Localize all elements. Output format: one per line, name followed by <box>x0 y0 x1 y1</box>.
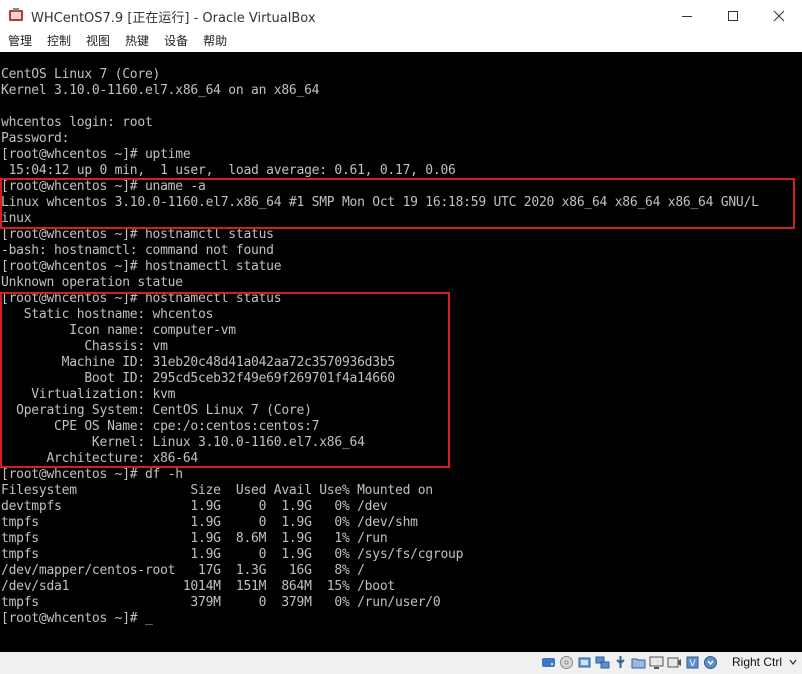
menu-view[interactable]: 视图 <box>78 31 117 52</box>
close-icon <box>773 10 785 21</box>
terminal-line: -bash: hostnamctl: command not found <box>1 243 274 258</box>
menu-control[interactable]: 控制 <box>39 31 78 52</box>
status-bar: V Right Ctrl <box>0 652 802 674</box>
audio-icon[interactable] <box>577 655 592 670</box>
status-icons: V <box>541 655 718 670</box>
optical-drive-icon[interactable] <box>559 655 574 670</box>
terminal-line: tmpfs 1.9G 0 1.9G 0% /sys/fs/cgroup <box>1 547 464 562</box>
terminal-line: Kernel 3.10.0-1160.el7.x86_64 on an x86_… <box>1 83 320 98</box>
window-title: WHCentOS7.9 [正在运行] - Oracle VirtualBox <box>31 11 316 26</box>
maximize-button[interactable] <box>710 0 756 31</box>
title-bar[interactable]: WHCentOS7.9 [正在运行] - Oracle VirtualBox <box>0 0 802 31</box>
terminal-line: [root@whcentos ~]# hostnamectl statue <box>1 259 282 274</box>
terminal-line: Password: <box>1 131 70 146</box>
video-capture-icon[interactable] <box>667 655 682 670</box>
svg-text:V: V <box>689 659 696 669</box>
minimize-button[interactable] <box>664 0 710 31</box>
terminal-line: [root@whcentos ~]# _ <box>1 611 153 626</box>
mouse-integration-icon[interactable] <box>703 655 718 670</box>
host-key-label: Right Ctrl <box>731 655 782 669</box>
host-key-arrow-icon[interactable] <box>788 657 798 667</box>
vm-console[interactable]: CentOS Linux 7 (Core) Kernel 3.10.0-1160.… <box>0 52 802 652</box>
terminal-line: devtmpfs 1.9G 0 1.9G 0% /dev <box>1 499 388 514</box>
close-button[interactable] <box>756 0 802 31</box>
hard-disk-icon[interactable] <box>541 655 556 670</box>
network-icon[interactable] <box>595 655 610 670</box>
menu-manage[interactable]: 管理 <box>0 31 39 52</box>
terminal-line: [root@whcentos ~]# df -h <box>1 467 183 482</box>
terminal-line: tmpfs 379M 0 379M 0% /run/user/0 <box>1 595 441 610</box>
shared-folders-icon[interactable] <box>631 655 646 670</box>
terminal-line: Unknown operation statue <box>1 275 183 290</box>
menu-help[interactable]: 帮助 <box>195 31 234 52</box>
menu-bar: 管理 控制 视图 热键 设备 帮助 <box>0 31 802 52</box>
virtualbox-app-icon <box>9 8 23 21</box>
cpu-activity-icon[interactable]: V <box>685 655 700 670</box>
terminal-line: tmpfs 1.9G 0 1.9G 0% /dev/shm <box>1 515 418 530</box>
minimize-icon <box>682 15 692 17</box>
terminal-line: CentOS Linux 7 (Core) <box>1 67 161 82</box>
terminal-line: whcentos login: root <box>1 115 153 130</box>
terminal-line: 15:04:12 up 0 min, 1 user, load average:… <box>1 163 456 178</box>
highlight-box-hostnamectl <box>0 292 450 468</box>
terminal-line: Filesystem Size Used Avail Use% Mounted … <box>1 483 433 498</box>
usb-icon[interactable] <box>613 655 628 670</box>
display-icon[interactable] <box>649 655 664 670</box>
terminal-line: tmpfs 1.9G 8.6M 1.9G 1% /run <box>1 531 388 546</box>
terminal-line: [root@whcentos ~]# hostnamctl status <box>1 227 274 242</box>
menu-hotkeys[interactable]: 热键 <box>117 31 156 52</box>
terminal-line: /dev/mapper/centos-root 17G 1.3G 16G 8% … <box>1 563 365 578</box>
maximize-icon <box>728 10 738 21</box>
terminal-line: [root@whcentos ~]# uptime <box>1 147 191 162</box>
highlight-box-uname <box>0 178 795 229</box>
menu-devices[interactable]: 设备 <box>156 31 195 52</box>
terminal-line: /dev/sda1 1014M 151M 864M 15% /boot <box>1 579 395 594</box>
